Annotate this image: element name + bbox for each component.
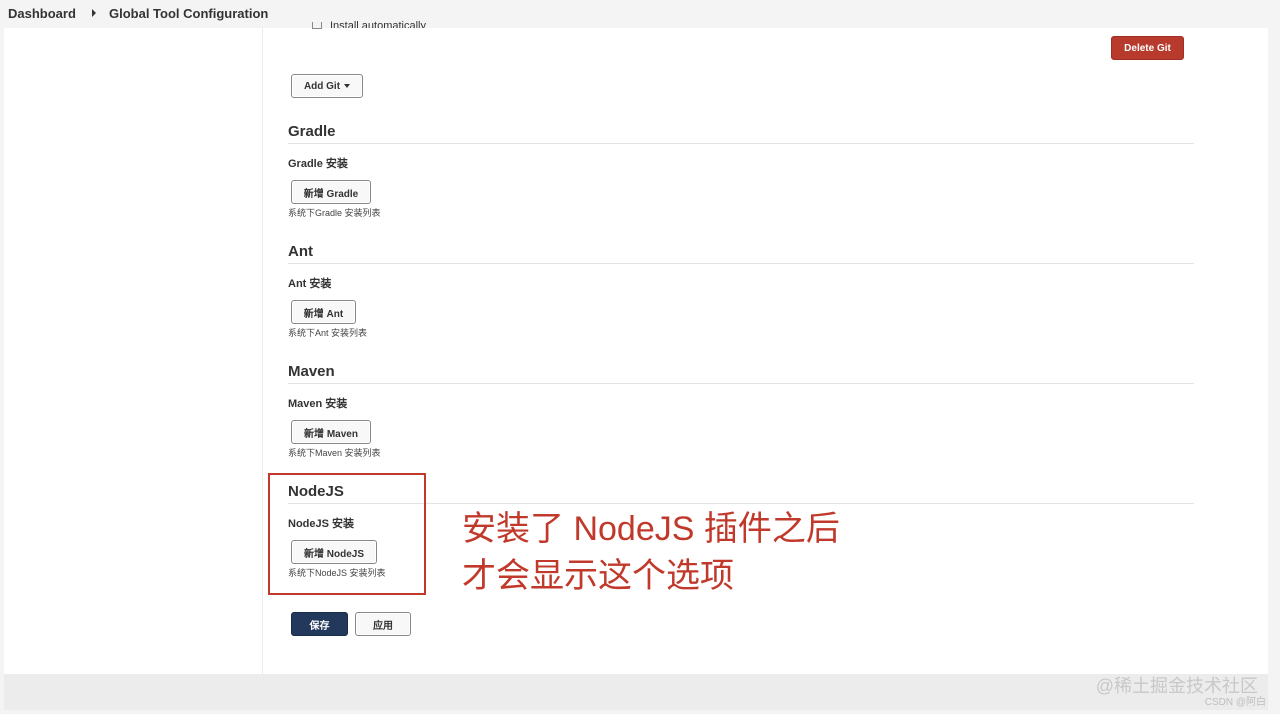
save-button[interactable]: 保存 <box>291 612 348 636</box>
add-maven-button[interactable]: 新增 Maven <box>291 420 371 444</box>
breadcrumb-chevron-icon[interactable] <box>92 9 96 17</box>
annotation-highlight-box <box>268 473 426 595</box>
ant-help-text: 系统下Ant 安装列表 <box>288 328 368 338</box>
install-automatically-checkbox[interactable] <box>312 22 322 29</box>
watermark-csdn: CSDN @阿白 <box>1204 697 1266 708</box>
breadcrumb-dashboard[interactable]: Dashboard <box>8 6 76 21</box>
annotation-line-2: 才会显示这个选项 <box>462 557 734 595</box>
section-title-gradle: Gradle <box>288 123 336 140</box>
add-ant-label: 新增 Ant <box>303 308 344 320</box>
delete-git-label: Delete Git <box>1124 42 1171 54</box>
save-label: 保存 <box>309 620 330 632</box>
section-divider <box>288 383 1194 384</box>
annotation-line-1: 安装了 NodeJS 插件之后 <box>462 510 840 548</box>
install-automatically-label: Install automatically <box>330 20 426 28</box>
section-title-maven: Maven <box>288 363 335 380</box>
caret-down-icon <box>344 84 351 88</box>
delete-git-button[interactable]: Delete Git <box>1111 36 1184 60</box>
side-divider <box>262 28 263 674</box>
breadcrumb-current: Global Tool Configuration <box>109 6 269 21</box>
add-maven-label: 新增 Maven <box>304 428 358 440</box>
top-bar: Dashboard Global Tool Configuration <box>0 0 1280 28</box>
add-ant-button[interactable]: 新增 Ant <box>291 300 356 324</box>
section-divider <box>288 143 1194 144</box>
add-git-button[interactable]: Add Git <box>291 74 363 98</box>
apply-label: 应用 <box>373 620 393 632</box>
add-gradle-button[interactable]: 新增 Gradle <box>291 180 371 204</box>
add-git-label: Add Git <box>303 80 341 92</box>
ant-install-label: Ant 安装 <box>288 278 332 290</box>
apply-button[interactable]: 应用 <box>355 612 411 636</box>
maven-help-text: 系统下Maven 安装列表 <box>288 448 381 458</box>
section-title-ant: Ant <box>288 243 313 260</box>
gradle-install-label: Gradle 安装 <box>288 158 348 170</box>
maven-install-label: Maven 安装 <box>288 398 348 410</box>
add-gradle-label: 新增 Gradle <box>303 188 359 200</box>
section-divider <box>288 263 1194 264</box>
footer-strip <box>4 674 1268 710</box>
gradle-help-text: 系统下Gradle 安装列表 <box>288 208 381 218</box>
